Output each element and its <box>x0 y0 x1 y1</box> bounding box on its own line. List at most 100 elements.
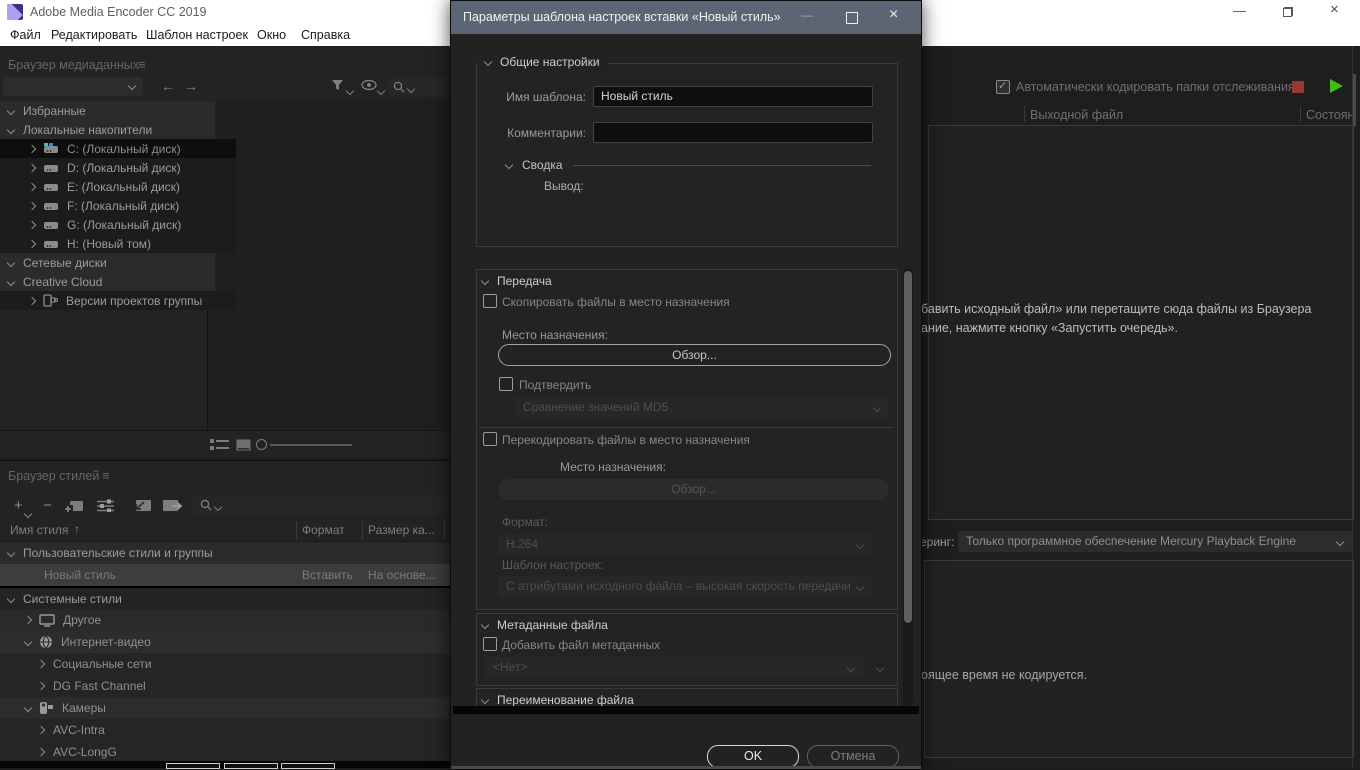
tree-item-network-drives[interactable]: Сетевые диски <box>0 253 215 272</box>
menu-preset[interactable]: Шаблон настроек <box>146 28 248 42</box>
remove-preset-icon[interactable]: − <box>43 497 52 514</box>
summary-header[interactable]: Сводка <box>506 158 563 172</box>
column-preset-name[interactable]: Имя стиля <box>10 523 68 537</box>
ingest-preset-dialog: Параметры шаблона настроек вставки «Новы… <box>450 0 922 770</box>
zoom-slider-knob[interactable] <box>256 439 267 450</box>
verify-dropdown: Сравнение значений MD5 <box>515 397 889 418</box>
search-icon <box>200 499 212 511</box>
queue-hint-line1: бавить исходный файл» или перетащите сюд… <box>921 302 1311 316</box>
transfer-header[interactable]: Передача <box>482 274 552 288</box>
media-browser-panel: Браузер медиаданных ≡ ← → Избранные Лока… <box>0 46 451 457</box>
add-metadata-checkbox[interactable] <box>483 637 497 651</box>
preset-row-avc-intra[interactable]: AVC-Intra <box>0 719 488 741</box>
tree-item-favorites[interactable]: Избранные <box>0 101 215 120</box>
drive-icon <box>43 181 59 192</box>
transcode-label: Перекодировать файлы в место назначения <box>502 433 750 447</box>
preset-row-dg-fast-channel[interactable]: DG Fast Channel <box>0 675 488 697</box>
tree-item-drive-d[interactable]: D: (Локальный диск) <box>0 158 236 177</box>
preset-row-other[interactable]: Другое <box>0 609 475 631</box>
media-path-dropdown[interactable] <box>3 77 143 96</box>
watch-folders-checkbox[interactable]: ✓ <box>996 80 1010 94</box>
verify-checkbox[interactable] <box>499 377 513 391</box>
renderer-label: еринг: <box>920 535 954 549</box>
tree-item-drive-f[interactable]: F: (Локальный диск) <box>0 196 236 215</box>
verify-label: Подтвердить <box>519 378 591 392</box>
taskbar-sliver <box>0 761 452 768</box>
minimize-button[interactable]: — <box>1233 3 1246 18</box>
start-queue-button[interactable] <box>1330 79 1343 93</box>
queue-panel: ✓ Автоматически кодировать папки отслежи… <box>920 46 1360 768</box>
dialog-minimize-button[interactable]: — <box>801 8 813 22</box>
dialog-scrollbar-track[interactable] <box>903 268 913 706</box>
restore-button[interactable] <box>1283 7 1293 17</box>
tree-item-drive-h[interactable]: H: (Новый том) <box>0 234 236 253</box>
preset-name-label: Имя шаблона: <box>461 90 586 104</box>
metadata-header[interactable]: Метаданные файла <box>482 618 608 632</box>
preset-row-web-video[interactable]: Интернет-видео <box>0 631 475 653</box>
tree-item-drive-c[interactable]: C: (Локальный диск) <box>0 139 236 158</box>
export-preset-icon[interactable] <box>163 498 184 513</box>
browse-button[interactable]: Обзор... <box>498 344 891 366</box>
preset-row-cameras[interactable]: Камеры <box>0 697 475 719</box>
import-preset-icon[interactable] <box>132 498 152 513</box>
preset-row-avc-longg[interactable]: AVC-LongG <box>0 741 488 763</box>
scrollbar-thumb[interactable] <box>1353 74 1356 126</box>
renderer-dropdown[interactable]: Только программное обеспечение Mercury P… <box>958 531 1352 552</box>
dialog-maximize-button[interactable] <box>846 12 858 24</box>
copy-files-label: Скопировать файлы в место назначения <box>502 295 730 309</box>
tree-item-drive-g[interactable]: G: (Локальный диск) <box>0 215 236 234</box>
preset-search-input[interactable] <box>192 495 447 515</box>
dialog-scrollbar-thumb[interactable] <box>904 271 912 623</box>
copy-files-checkbox[interactable] <box>483 294 497 308</box>
add-preset-icon[interactable]: + <box>14 497 23 514</box>
tree-item-drive-e[interactable]: E: (Локальный диск) <box>0 177 236 196</box>
panel-menu-icon[interactable]: ≡ <box>138 57 146 72</box>
cancel-button[interactable]: Отмена <box>807 745 899 768</box>
camera-icon <box>39 701 54 715</box>
list-view-icon[interactable] <box>210 439 229 451</box>
menu-edit[interactable]: Редактировать <box>51 28 137 42</box>
rename-header[interactable]: Переименование файла <box>482 693 634 707</box>
menu-window[interactable]: Окно <box>257 28 286 42</box>
column-frame-size[interactable]: Размер ка... <box>368 523 435 537</box>
column-status[interactable]: Состояние <box>1306 108 1352 122</box>
preset-row-system-presets[interactable]: Системные стили <box>0 588 458 610</box>
sort-ascending-icon[interactable]: ↑ <box>74 522 80 536</box>
new-preset-group-icon[interactable] <box>65 499 84 513</box>
menu-file[interactable]: Файл <box>10 28 41 42</box>
preset-settings-icon[interactable] <box>97 499 115 512</box>
close-button[interactable]: × <box>1330 1 1339 18</box>
preset-row-social-media[interactable]: Социальные сети <box>0 653 488 675</box>
media-search-input[interactable] <box>388 77 447 96</box>
zoom-slider-track[interactable] <box>270 444 352 446</box>
thumbnail-view-icon[interactable] <box>236 439 251 451</box>
back-icon[interactable]: ← <box>161 78 175 94</box>
preset-row-new-preset[interactable]: Новый стиль Вставить На основе... <box>0 564 450 586</box>
panel-menu-icon[interactable]: ≡ <box>102 468 110 483</box>
window-title: Adobe Media Encoder CC 2019 <box>30 5 207 19</box>
dialog-title: Параметры шаблона настроек вставки «Новы… <box>463 10 781 24</box>
dialog-close-button[interactable]: × <box>889 6 898 24</box>
tree-item-team-projects[interactable]: Версии проектов группы <box>0 291 236 310</box>
tree-item-local-drives[interactable]: Локальные накопители <box>0 120 215 139</box>
comments-input[interactable] <box>593 122 873 143</box>
transcode-checkbox[interactable] <box>483 432 497 446</box>
forward-icon[interactable]: → <box>184 78 198 94</box>
preset-row-user-presets[interactable]: Пользовательские стили и группы <box>0 542 458 564</box>
general-settings-header[interactable]: Общие настройки <box>477 54 608 70</box>
ok-button[interactable]: OK <box>707 745 799 768</box>
tree-item-creative-cloud[interactable]: Creative Cloud <box>0 272 215 291</box>
comments-label: Комментарии: <box>461 126 586 140</box>
filter-icon[interactable] <box>331 79 345 92</box>
rename-group: Переименование файла <box>476 688 898 707</box>
preset-browser-title: Браузер стилей <box>8 469 99 483</box>
drive-icon <box>43 238 59 249</box>
column-format[interactable]: Формат <box>302 523 345 537</box>
menu-help[interactable]: Справка <box>301 28 350 42</box>
search-icon <box>393 81 405 93</box>
drive-icon <box>43 143 59 154</box>
column-output-file[interactable]: Выходной файл <box>1030 108 1123 122</box>
stop-queue-button[interactable] <box>1292 81 1304 93</box>
preset-name-input[interactable]: Новый стиль <box>593 86 873 107</box>
eye-icon[interactable] <box>361 80 377 91</box>
